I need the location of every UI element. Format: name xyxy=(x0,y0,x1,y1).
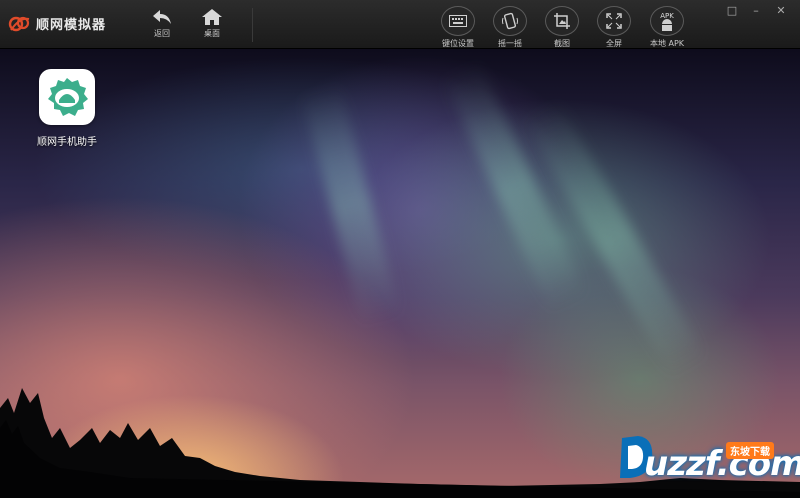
android-icon xyxy=(662,19,672,31)
aurora-ray xyxy=(300,83,402,326)
watermark-text: uzzf.com xyxy=(644,444,800,484)
home-icon xyxy=(202,9,222,25)
local-apk-label: 本地 APK xyxy=(649,39,685,48)
home-label: 桌面 xyxy=(204,29,220,38)
fullscreen-icon xyxy=(606,13,622,29)
back-arrow-icon xyxy=(153,10,171,24)
screenshot-button[interactable]: 截图 xyxy=(536,6,588,48)
app-title: 顺网模拟器 xyxy=(36,17,107,33)
fullscreen-button[interactable]: 全屏 xyxy=(588,6,640,48)
screenshot-icon xyxy=(554,13,570,29)
emulator-desktop: 顺网手机助手 uzzf.com 东坡下载 xyxy=(0,49,800,498)
local-apk-button[interactable]: APK 本地 APK xyxy=(641,6,693,48)
watermark-badge: 东坡下载 xyxy=(726,442,774,459)
shake-button[interactable]: 摇一摇 xyxy=(484,6,536,48)
screenshot-label: 截图 xyxy=(554,39,570,48)
watermark-letters: uzzf xyxy=(644,444,718,484)
skin-icon[interactable]: □ xyxy=(724,4,740,18)
home-button[interactable]: 桌面 xyxy=(192,6,232,44)
minimize-button[interactable]: – xyxy=(748,4,764,18)
fullscreen-label: 全屏 xyxy=(606,39,622,48)
title-bar: 顺网模拟器 返回 桌面 键位设置 摇一摇 截图 全屏 APK 本地 APK □ … xyxy=(0,0,800,49)
back-button[interactable]: 返回 xyxy=(142,6,182,44)
app-logo-icon xyxy=(8,16,30,32)
watermark: uzzf.com 东坡下载 xyxy=(616,428,800,490)
back-label: 返回 xyxy=(154,29,170,38)
shunwang-assistant-icon xyxy=(48,78,88,116)
toolbar-divider xyxy=(252,8,253,42)
shake-label: 摇一摇 xyxy=(498,39,522,48)
keymap-label: 键位设置 xyxy=(442,39,474,48)
keyboard-icon xyxy=(449,15,467,27)
desktop-app-shunwang-assistant[interactable]: 顺网手机助手 xyxy=(27,69,107,148)
brand: 顺网模拟器 xyxy=(8,13,106,33)
close-button[interactable]: ✕ xyxy=(773,4,789,18)
shake-phone-icon xyxy=(502,12,518,30)
apk-tag: APK xyxy=(660,12,674,20)
desktop-app-label: 顺网手机助手 xyxy=(37,137,97,148)
keymap-button[interactable]: 键位设置 xyxy=(432,6,484,48)
